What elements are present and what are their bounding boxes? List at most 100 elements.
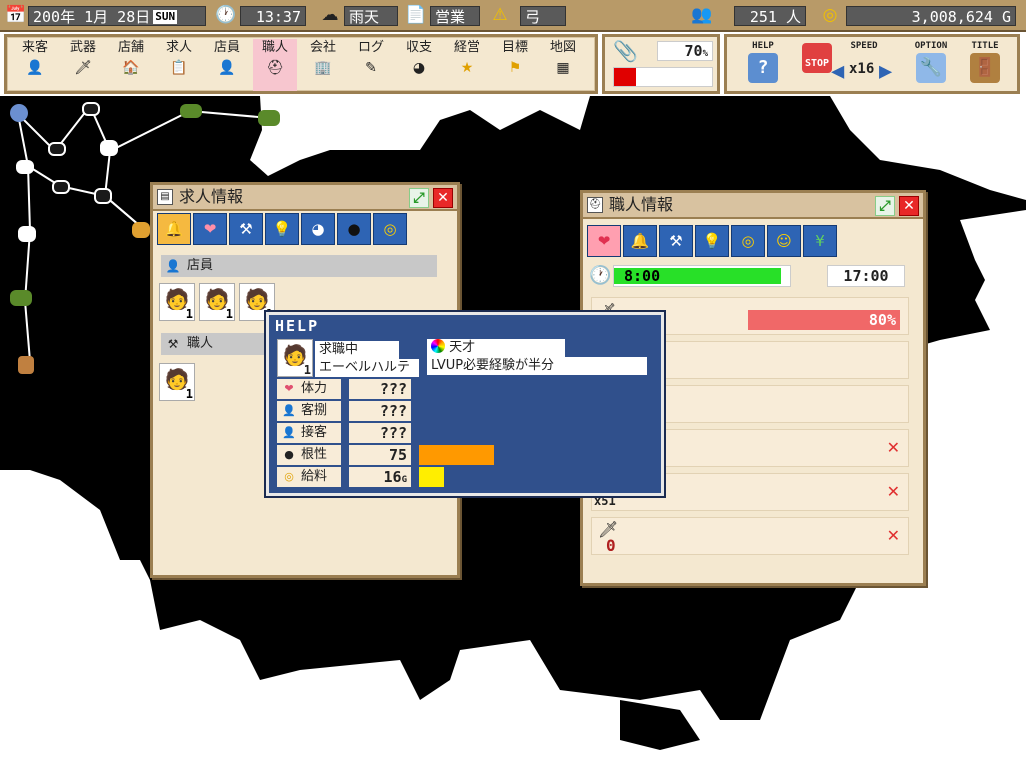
- job-tabs: 🔔 ❤ ⚒ 💡 ◕ ● ◎: [157, 213, 407, 247]
- map-node-10[interactable]: [132, 222, 150, 238]
- help-title: HELP: [275, 317, 320, 335]
- help-popup: HELP 🧑 1 求職中 エーベルハルテ 天才 LVUP必要経験が半分 ❤ 体力 ?…: [266, 312, 664, 496]
- craftsman-applicant-1[interactable]: 🧑 1: [159, 363, 195, 401]
- stop-icon: STOP: [802, 43, 832, 73]
- tab-yen-icon[interactable]: ¥: [803, 225, 837, 257]
- applicant-count: 1: [185, 307, 193, 321]
- tab-bulb-icon[interactable]: 💡: [265, 213, 299, 245]
- speed-control[interactable]: SPEED ◀ x16 ▶: [831, 41, 897, 91]
- section-clerk: 👤 店員: [161, 255, 437, 277]
- title-label: TITLE: [971, 41, 999, 51]
- map-node-3[interactable]: [82, 102, 100, 116]
- tab-hammer-icon[interactable]: ⚒: [229, 213, 263, 245]
- menu-label: 地図: [549, 40, 576, 55]
- menu-label: 収支: [405, 40, 432, 55]
- menu-label: 求人: [165, 40, 192, 55]
- menu-weapons[interactable]: 武器 🗡: [61, 39, 105, 91]
- menu-goals[interactable]: 目標 ⚑: [493, 39, 537, 91]
- wrench-icon: 🔧: [916, 53, 946, 83]
- stat-label: 体力: [301, 381, 328, 396]
- maximize-button[interactable]: ⤢: [875, 196, 895, 216]
- option-button[interactable]: OPTION 🔧: [909, 41, 953, 91]
- job-listing-icon: ▤: [157, 189, 173, 205]
- menu-company[interactable]: 会社 🏢: [301, 39, 345, 91]
- tab-hammer-icon[interactable]: ⚒: [659, 225, 693, 257]
- work-time-bar: 8:00: [613, 265, 791, 287]
- close-button[interactable]: ✕: [433, 188, 453, 208]
- map-node-6[interactable]: [180, 104, 202, 118]
- close-button[interactable]: ✕: [899, 196, 919, 216]
- tab-bulb-icon[interactable]: 💡: [695, 225, 729, 257]
- remove-icon[interactable]: ✕: [887, 526, 900, 545]
- trait-name: 天才: [449, 340, 476, 355]
- stat-guts-value: 75: [349, 445, 411, 465]
- tab-coins-icon[interactable]: ◎: [373, 213, 407, 245]
- tab-bell-icon[interactable]: 🔔: [623, 225, 657, 257]
- craftsman-icon: ⛑: [587, 197, 603, 213]
- map-node-9[interactable]: [18, 226, 36, 242]
- stat-guts: ● 根性: [277, 445, 341, 465]
- map-node-12[interactable]: [10, 290, 32, 306]
- weather-display: 雨天: [344, 6, 398, 26]
- tab-smile-icon[interactable]: ☺: [767, 225, 801, 257]
- time-display: 13:37: [240, 6, 306, 26]
- clerk-applicant-1[interactable]: 🧑 1: [159, 283, 195, 321]
- menu-clerks[interactable]: 店員 👤: [205, 39, 249, 91]
- map-node-11[interactable]: [258, 110, 280, 126]
- map-node-8[interactable]: [94, 188, 112, 204]
- craftsman-tabs: ❤ 🔔 ⚒ 💡 ◎ ☺ ¥: [587, 225, 837, 259]
- tab-coins-icon[interactable]: ◎: [731, 225, 765, 257]
- menu-label: 店舗: [117, 40, 144, 55]
- stat-salary-value: 16G: [349, 467, 411, 487]
- map-node-5[interactable]: [100, 140, 118, 156]
- window-titlebar[interactable]: ⛑ 職人情報 ⤢ ✕: [583, 193, 923, 219]
- person-icon: 👤: [282, 404, 296, 417]
- map-node-4[interactable]: [16, 160, 34, 174]
- window-titlebar[interactable]: ▤ 求人情報 ⤢ ✕: [153, 185, 457, 211]
- sword-icon: 🗡: [74, 60, 92, 76]
- shop-sign-icon: 📄: [405, 5, 427, 25]
- map-node-2[interactable]: [48, 142, 66, 156]
- menu-visitor[interactable]: 来客 👤: [13, 39, 57, 91]
- menu-label: 職人: [261, 40, 288, 55]
- maximize-button[interactable]: ⤢: [409, 188, 429, 208]
- craftsman-icon: ⛑: [266, 60, 284, 76]
- clock-icon: 🕐: [215, 5, 237, 25]
- capacity-value: 70%: [657, 41, 713, 61]
- menu-jobs[interactable]: 求人 📋: [157, 39, 201, 91]
- work-start-time: 8:00: [624, 267, 661, 285]
- tab-bell-icon[interactable]: 🔔: [157, 213, 191, 245]
- tab-heart-icon[interactable]: ❤: [193, 213, 227, 245]
- status-bar: 📅 200年 1月 28日 SUN 🕐 13:37 ☁ 雨天 📄 営業 ⚠ 弓 👥…: [0, 0, 1026, 32]
- tab-bomb-icon[interactable]: ●: [337, 213, 371, 245]
- map-node-7[interactable]: [52, 180, 70, 194]
- date-text: 200年 1月 28日: [33, 8, 151, 26]
- stat-stamina-value: ???: [349, 379, 411, 399]
- clerk-applicant-2[interactable]: 🧑 1: [199, 283, 235, 321]
- work-end-time[interactable]: 17:00: [827, 265, 905, 287]
- stat-service-value: ???: [349, 423, 411, 443]
- menu-map[interactable]: 地図 ▦: [541, 39, 585, 91]
- speed-up-icon[interactable]: ▶: [879, 59, 892, 84]
- remove-icon[interactable]: ✕: [887, 482, 900, 501]
- map-node-1[interactable]: [10, 104, 28, 122]
- title-button[interactable]: TITLE 🚪: [963, 41, 1007, 91]
- window-title: 求人情報: [179, 187, 244, 206]
- menu-shop[interactable]: 店舗 🏠: [109, 39, 153, 91]
- speed-down-icon[interactable]: ◀: [831, 59, 844, 84]
- speed-label: SPEED: [850, 41, 878, 51]
- work-hours-row: 🕐 8:00 17:00: [587, 261, 905, 291]
- tab-heart-icon[interactable]: ❤: [587, 225, 621, 257]
- remove-icon[interactable]: ✕: [887, 438, 900, 457]
- menu-craftsmen[interactable]: 職人 ⛑: [253, 39, 297, 91]
- menu-log[interactable]: ログ ✎: [349, 39, 393, 91]
- help-button[interactable]: HELP?: [741, 41, 785, 91]
- capacity-panel: 📎 70%: [602, 34, 720, 94]
- stat-salary-bar: [419, 467, 444, 487]
- tab-color-wheel-icon[interactable]: ◕: [301, 213, 335, 245]
- map-node-13[interactable]: [18, 356, 34, 374]
- craftsman-row-6[interactable]: 🗡 0 ✕: [591, 517, 909, 555]
- clerk-icon: 👤: [165, 259, 181, 273]
- menu-management[interactable]: 経営 ★: [445, 39, 489, 91]
- menu-balance[interactable]: 収支 ◕: [397, 39, 441, 91]
